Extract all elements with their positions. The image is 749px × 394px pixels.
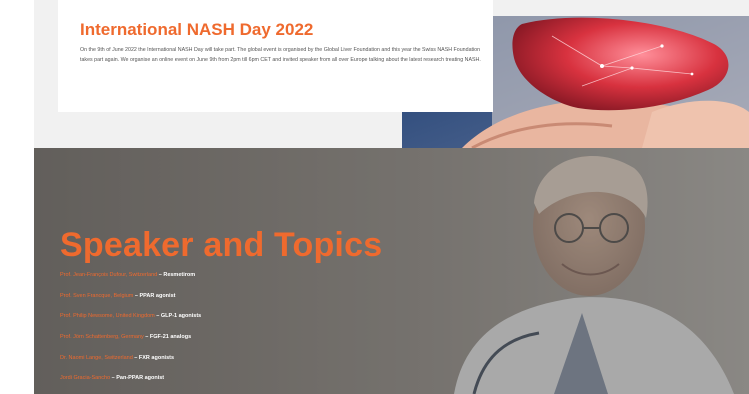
speaker-name-link[interactable]: Jordi Gracia-Sancho <box>60 375 110 381</box>
speaker-name-link[interactable]: Prof. Philip Newsome, United Kingdom <box>60 313 155 319</box>
speaker-topic: FGF-21 analogs <box>149 334 192 341</box>
speaker-topic: GLP-1 agonists <box>160 313 202 320</box>
speaker-topic: FXR agonists <box>138 354 175 361</box>
speaker-topic: Pan-PPAR agonist <box>116 375 165 382</box>
event-title: International NASH Day 2022 <box>80 20 314 39</box>
event-card: International NASH Day 2022 On the 9th o… <box>58 0 493 112</box>
left-margin <box>0 0 34 394</box>
speaker-item: Dr. Naomi Lange, Switzerland – FXR agoni… <box>60 353 201 374</box>
speaker-topic: Resmetirom <box>163 272 196 278</box>
speaker-item: Prof. Philip Newsome, United Kingdom – G… <box>60 311 201 332</box>
speaker-list: Prof. Jean-François Dufour, Switzerland … <box>60 270 201 394</box>
speaker-item: Prof. Jean-François Dufour, Switzerland … <box>60 270 201 291</box>
speakers-section: Speaker and Topics Prof. Jean-François D… <box>34 148 749 394</box>
speaker-item: Prof. Sven Francque, Belgium – PPAR agon… <box>60 291 201 312</box>
event-description: On the 9th of June 2022 the Internationa… <box>80 47 481 64</box>
speaker-name-link[interactable]: Prof. Jörn Schattenberg, Germany <box>60 334 144 340</box>
speaker-topic: PPAR agonist <box>139 292 176 299</box>
section-title: Speaker and Topics <box>60 226 383 264</box>
speaker-name-link[interactable]: Prof. Sven Francque, Belgium <box>60 293 133 299</box>
speaker-name-link[interactable]: Dr. Naomi Lange, Switzerland <box>60 355 133 361</box>
speaker-name-link[interactable]: Prof. Jean-François Dufour, Switzerland <box>60 272 157 278</box>
speaker-item: Prof. Jörn Schattenberg, Germany – FGF-2… <box>60 332 201 353</box>
speaker-item: Jordi Gracia-Sancho – Pan-PPAR agonist <box>60 373 201 394</box>
